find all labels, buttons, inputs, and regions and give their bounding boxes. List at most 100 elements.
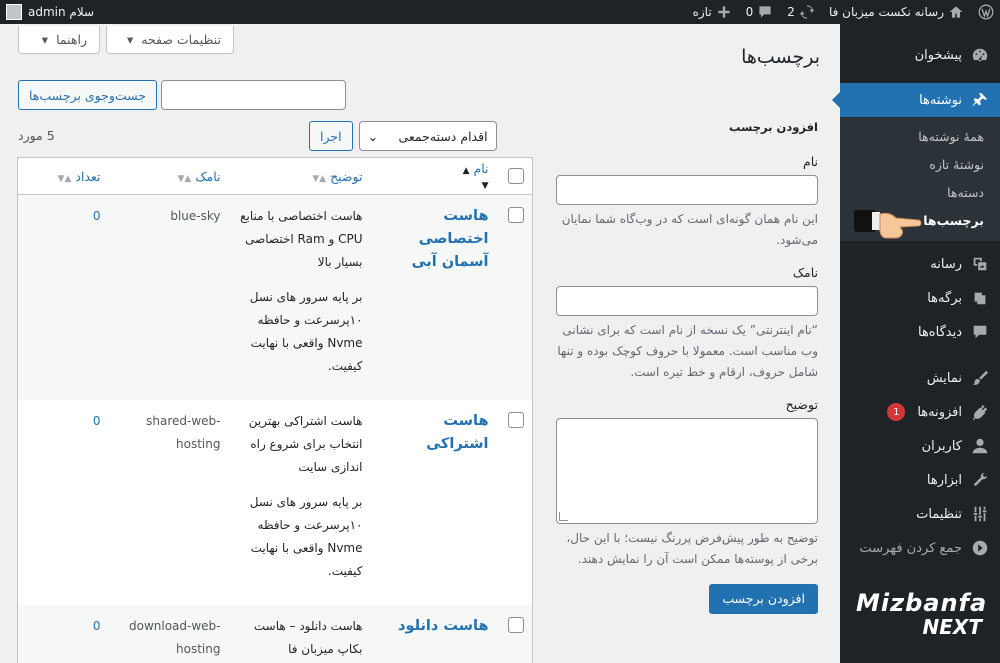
table-header-row: نام ▲ ▼ توضیح ▲▼ نامک ▲▼ تعداد ▲▼	[17, 157, 533, 195]
wrench-icon	[970, 470, 990, 490]
help-button[interactable]: راهنما ▾	[18, 26, 100, 54]
chevron-down-icon: ⌄	[367, 128, 379, 144]
menu-comments[interactable]: دیدگاه‌ها	[840, 315, 1000, 349]
collapse-arrow-icon	[970, 538, 990, 558]
collapse-menu-button[interactable]: جمع کردن فهرست	[840, 531, 1000, 565]
column-description-header[interactable]: توضیح ▲▼	[228, 157, 371, 195]
tag-name-link[interactable]: هاست اختصاصی آسمان آبی	[412, 208, 489, 270]
tag-slug: shared-web-hosting	[146, 414, 221, 451]
row-checkbox[interactable]	[508, 207, 524, 223]
menu-settings[interactable]: تنظیمات	[840, 497, 1000, 531]
screen-options-label: تنظیمات صفحه	[141, 32, 221, 47]
sort-arrows-icon: ▲▼	[57, 173, 72, 184]
sort-arrows-icon: ▲▼	[177, 173, 192, 184]
tag-description-textarea[interactable]	[556, 418, 818, 524]
admin-bar: رسانه نکست میزبان فا 2 0 تازه سلام admin	[0, 0, 1000, 24]
menu-pages-label: برگه‌ها	[927, 290, 962, 306]
avatar	[6, 4, 22, 20]
comments-count: 0	[745, 5, 754, 19]
comments-link[interactable]: 0	[746, 4, 774, 20]
column-slug-header[interactable]: نامک ▲▼	[108, 157, 229, 195]
new-content-link[interactable]: تازه	[693, 4, 732, 20]
page-title: برچسب‌ها	[741, 46, 820, 68]
plugins-update-badge: 1	[887, 403, 906, 421]
refresh-icon	[799, 4, 815, 20]
table-row: هاست اشتراکی هاست اشتراکی بهترین انتخاب …	[17, 400, 533, 605]
tag-description: هاست اختصاصی با منابع CPU و Ram اختصاصی …	[240, 209, 363, 269]
mizbanfa-next-logo: Mizbanfa NEXT	[856, 589, 988, 639]
menu-plugins[interactable]: افزونه‌ها 1	[840, 395, 1000, 429]
tags-table: نام ▲ ▼ توضیح ▲▼ نامک ▲▼ تعداد ▲▼ هاست اخ…	[17, 157, 533, 663]
bulk-action-select[interactable]: اقدام دسته‌جمعی ⌄	[358, 121, 497, 151]
select-all-checkbox[interactable]	[508, 167, 524, 184]
tag-description: بر پایه سرور های نسل ۱۰پرسرعت و حافظه Nv…	[249, 495, 363, 578]
slug-label: نامک	[792, 265, 818, 280]
screen-options-button[interactable]: تنظیمات صفحه ▾	[106, 26, 234, 54]
sort-arrows-icon: ▲▼	[312, 173, 327, 184]
menu-dashboard[interactable]: پیشخوان	[840, 38, 1000, 72]
apply-button[interactable]: اجرا	[309, 121, 353, 151]
add-tag-button[interactable]: افزودن برچسب	[709, 584, 818, 614]
site-name: رسانه نکست میزبان فا	[828, 5, 944, 19]
menu-tools[interactable]: ابزارها	[840, 463, 1000, 497]
menu-posts-label: نوشته‌ها	[919, 92, 962, 108]
wordpress-logo-icon[interactable]	[978, 4, 994, 20]
pin-icon	[970, 90, 990, 110]
submenu-all-posts[interactable]: همهٔ نوشته‌ها	[840, 123, 1000, 151]
new-label: تازه	[692, 5, 712, 19]
collapse-menu-label: جمع کردن فهرست	[859, 540, 962, 556]
tag-count-link[interactable]: 0	[18, 605, 109, 663]
row-checkbox[interactable]	[508, 617, 524, 633]
menu-appearance[interactable]: نمایش	[840, 361, 1000, 395]
dashboard-icon	[970, 45, 990, 65]
plus-icon	[716, 4, 732, 20]
tag-count-link[interactable]: 0	[18, 195, 109, 401]
plugin-icon	[970, 402, 990, 422]
column-name-header[interactable]: نام ▲ ▼	[370, 157, 497, 195]
name-label: نام	[802, 154, 818, 169]
tag-slug: download-web-hosting	[129, 619, 221, 656]
name-description: این نام همان گونه‌ای است که در وب‌گاه شم…	[561, 212, 818, 247]
search-tags-button[interactable]: جست‌وجوی برچسب‌ها	[18, 80, 158, 110]
menu-posts[interactable]: نوشته‌ها	[832, 83, 1000, 117]
tag-slug: blue-sky	[170, 209, 221, 223]
tag-slug-input[interactable]	[556, 286, 818, 316]
menu-comments-label: دیدگاه‌ها	[917, 324, 962, 340]
tag-count-link[interactable]: 0	[18, 400, 109, 605]
comments-icon	[970, 322, 990, 342]
pointing-hand-icon	[854, 210, 922, 239]
slug-description: “نام اینترنتی” یک نسخه از نام است که برا…	[557, 323, 818, 379]
my-account[interactable]: سلام admin	[6, 4, 94, 20]
submenu-new-post[interactable]: نوشتهٔ تازه	[840, 151, 1000, 179]
menu-users-label: کاربران	[921, 438, 962, 454]
row-checkbox[interactable]	[508, 412, 524, 428]
site-name-link[interactable]: رسانه نکست میزبان فا	[829, 4, 964, 20]
bulk-actions: اقدام دسته‌جمعی ⌄ اجرا	[309, 121, 497, 151]
tag-description: هاست اشتراکی بهترین انتخاب برای شروع راه…	[248, 414, 363, 474]
paintbrush-icon	[970, 368, 990, 388]
menu-dashboard-label: پیشخوان	[914, 47, 962, 63]
tag-name-link[interactable]: هاست اشتراکی	[426, 413, 488, 452]
description-help: توضیح به طور پیش‌فرض پررنگ نیست؛ با این …	[566, 531, 818, 566]
updates-link[interactable]: 2	[787, 4, 815, 20]
tag-description: بر پایه سرور های نسل ۱۰پرسرعت و حافظه Nv…	[249, 290, 363, 373]
main-content: تنظیمات صفحه ▾ راهنما ▾ برچسب‌ها افزودن …	[0, 24, 840, 663]
column-count-header[interactable]: تعداد ▲▼	[17, 157, 109, 195]
tag-description: هاست دانلود – هاست بکاپ میزبان فا	[253, 619, 363, 656]
media-icon	[970, 254, 990, 274]
menu-pages[interactable]: برگه‌ها	[840, 281, 1000, 315]
menu-appearance-label: نمایش	[926, 370, 962, 386]
search-tags-input[interactable]	[161, 80, 347, 110]
help-label: راهنما	[56, 32, 87, 47]
menu-users[interactable]: کاربران	[840, 429, 1000, 463]
greeting: سلام admin	[28, 5, 95, 19]
search-box: جست‌وجوی برچسب‌ها	[18, 80, 347, 110]
menu-media[interactable]: رسانه	[840, 247, 1000, 281]
tag-name-link[interactable]: هاست دانلود	[398, 618, 488, 634]
updates-count: 2	[787, 5, 795, 19]
menu-plugins-label: افزونه‌ها	[917, 404, 962, 420]
select-all-cell	[496, 157, 533, 195]
add-tag-form: افزودن برچسب نام این نام همان گونه‌ای اس…	[556, 120, 818, 614]
tag-name-input[interactable]	[556, 175, 818, 205]
menu-settings-label: تنظیمات	[916, 506, 962, 522]
